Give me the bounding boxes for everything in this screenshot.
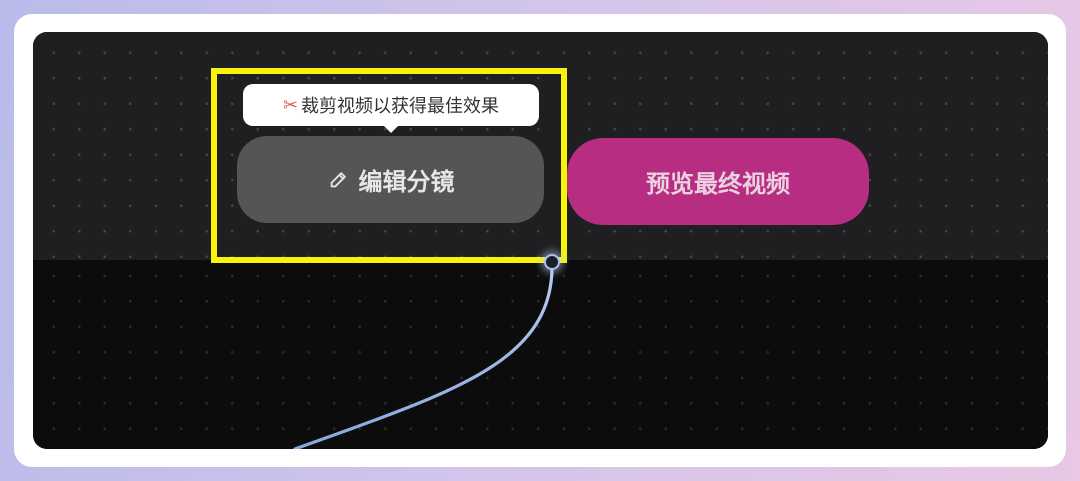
highlight-box xyxy=(211,68,567,263)
preview-final-video-label: 预览最终视频 xyxy=(646,170,790,198)
output-port[interactable] xyxy=(544,254,560,270)
node-canvas[interactable]: ✂ 裁剪视频以获得最佳效果 编辑分镜 预览最终视频 xyxy=(33,32,1048,449)
preview-final-video-button[interactable]: 预览最终视频 xyxy=(567,138,869,225)
